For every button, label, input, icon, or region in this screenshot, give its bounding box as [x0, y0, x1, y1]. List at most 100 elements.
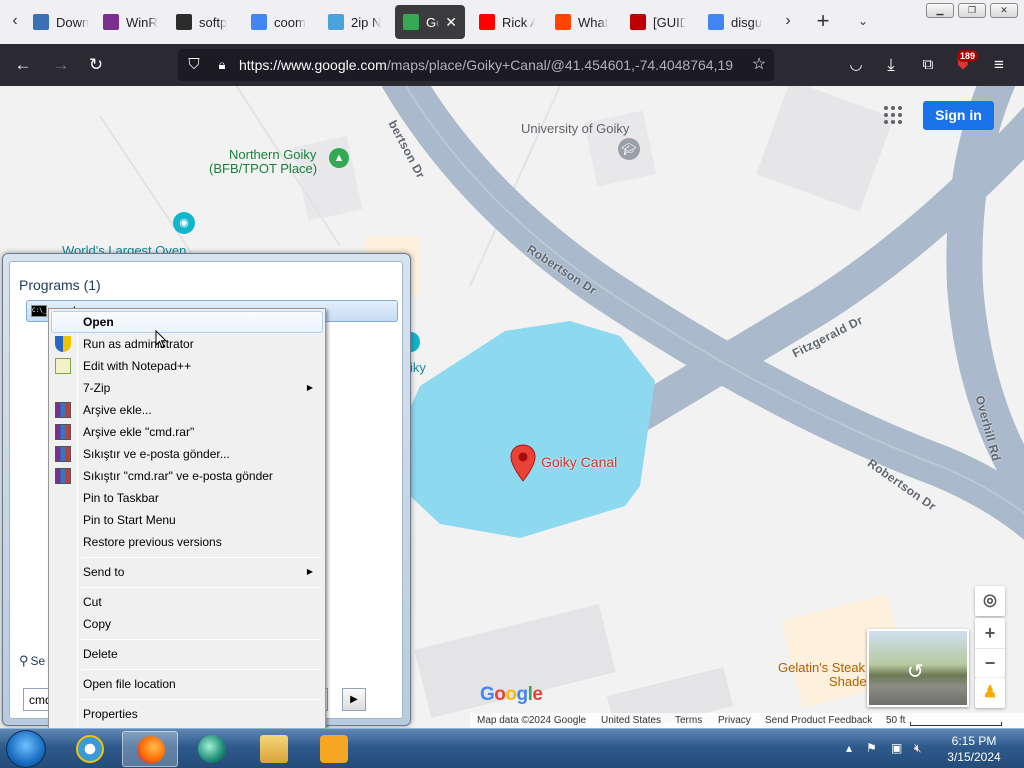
menu-item-open[interactable]: Open	[51, 311, 323, 333]
northern-goiky-label-line1[interactable]: Northern Goiky	[229, 147, 316, 162]
rotate-view-icon: ↺	[907, 661, 924, 683]
canal-label[interactable]: Goiky Canal	[541, 454, 617, 470]
menu-item-cut[interactable]: Cut	[51, 591, 323, 613]
restore-window-button[interactable]: ❐	[958, 3, 986, 18]
search-arrow-button[interactable]: ▶	[342, 688, 366, 711]
volume-muted-icon[interactable]: 🔇︎	[914, 741, 922, 756]
map-data-text[interactable]: Map data ©2024 Google	[477, 715, 586, 726]
show-hidden-icons[interactable]: ▴	[846, 741, 852, 755]
taskbar-media-player[interactable]	[306, 731, 362, 767]
school-pin-icon[interactable]: 🎓︎	[618, 138, 640, 160]
scale-label[interactable]: 50 ft	[886, 715, 905, 726]
downloads-icon[interactable]: ⤓	[880, 54, 902, 76]
taskbar-file-explorer[interactable]	[246, 731, 302, 767]
winrar-icon	[55, 402, 71, 418]
zoom-out-button[interactable]: −	[975, 648, 1005, 678]
menu-hamburger-icon[interactable]: ≡	[988, 54, 1010, 76]
url-text[interactable]: https://www.google.com/maps/place/Goiky+…	[239, 57, 744, 73]
menu-item-add-to-archive[interactable]: Arşive ekle...	[51, 399, 323, 421]
tab-label: WinR	[126, 14, 158, 30]
browser-toolbar: ← → ↻ ⛉ 🔒︎ https://www.google.com/maps/p…	[0, 44, 1024, 86]
menu-item-edit-notepadpp[interactable]: Edit with Notepad++	[51, 355, 323, 377]
location-pin-icon[interactable]	[510, 444, 536, 482]
start-button[interactable]	[6, 730, 46, 768]
privacy-link[interactable]: Privacy	[718, 715, 751, 726]
menu-item-pin-taskbar[interactable]: Pin to Taskbar	[51, 487, 323, 509]
menu-item-delete[interactable]: Delete	[51, 643, 323, 665]
menu-item-7zip[interactable]: 7-Zip ▶	[51, 377, 323, 399]
tab-9[interactable]: [GUID	[622, 5, 694, 39]
country-link[interactable]: United States	[601, 715, 661, 726]
gelatin-label-line1[interactable]: Gelatin's Steak	[778, 660, 865, 675]
tab-4[interactable]: coom	[243, 5, 315, 39]
tracking-protection-icon[interactable]: ⛉	[183, 54, 205, 76]
google-apps-icon[interactable]	[884, 106, 902, 124]
tab-3[interactable]: softp	[168, 5, 240, 39]
close-tab-icon[interactable]: ✕	[445, 14, 457, 31]
new-tab-icon[interactable]: +	[812, 10, 834, 32]
taskbar-app[interactable]	[184, 731, 240, 767]
see-more-results-link[interactable]: ⚲ Se	[19, 653, 45, 669]
university-label[interactable]: University of Goiky	[521, 121, 629, 136]
sign-in-button[interactable]: Sign in	[923, 101, 994, 130]
winrar-icon	[103, 14, 119, 30]
terms-link[interactable]: Terms	[675, 715, 702, 726]
menu-item-copy[interactable]: Copy	[51, 613, 323, 635]
camera-pin-icon[interactable]: ◉	[173, 212, 195, 234]
extensions-icon[interactable]: ⧉	[917, 54, 939, 76]
menu-item-restore-versions[interactable]: Restore previous versions	[51, 531, 323, 553]
menu-item-compress-and-email[interactable]: Sıkıştır ve e-posta gönder...	[51, 443, 323, 465]
forward-icon[interactable]: →	[50, 54, 72, 76]
tab-1[interactable]: Down	[25, 5, 97, 39]
menu-item-compress-cmd-rar-email[interactable]: Sıkıştır "cmd.rar" ve e-posta gönder	[51, 465, 323, 487]
tab-6[interactable]: Goi ✕	[395, 5, 465, 39]
menu-item-properties[interactable]: Properties	[51, 703, 323, 725]
menu-item-pin-start-menu[interactable]: Pin to Start Menu	[51, 509, 323, 531]
tab-5[interactable]: 2ip N	[320, 5, 392, 39]
tab-7[interactable]: Rick A	[471, 5, 543, 39]
zoom-in-button[interactable]: +	[975, 618, 1005, 648]
lock-icon[interactable]: 🔒︎	[211, 54, 233, 76]
tab-10[interactable]: disgu	[700, 5, 772, 39]
menu-item-add-to-cmd-rar[interactable]: Arşive ekle "cmd.rar"	[51, 421, 323, 443]
tab-scroll-left-icon[interactable]: ‹	[4, 10, 26, 32]
tab-label: Down	[56, 14, 89, 30]
menu-item-send-to[interactable]: Send to ▶	[51, 561, 323, 583]
tab-label: Rick A	[502, 14, 535, 30]
network-icon[interactable]: ▣	[891, 741, 902, 755]
google-maps-icon	[403, 14, 419, 30]
action-center-flag-icon[interactable]: ⚑	[866, 741, 877, 755]
clock-date: 3/15/2024	[947, 750, 1001, 764]
url-bar[interactable]: ⛉ 🔒︎ https://www.google.com/maps/place/G…	[178, 49, 774, 81]
menu-item-open-file-location[interactable]: Open file location	[51, 673, 323, 695]
back-icon[interactable]: ←	[12, 54, 34, 76]
pocket-icon[interactable]: ◡	[845, 54, 867, 76]
close-window-button[interactable]: ✕	[990, 3, 1018, 18]
minimize-window-button[interactable]: ▁	[926, 3, 954, 18]
gelatin-label-line2[interactable]: Shade	[829, 674, 867, 689]
programs-heading[interactable]: Programs (1)	[19, 277, 101, 293]
park-pin-icon[interactable]: ▲	[329, 148, 349, 168]
list-tabs-icon[interactable]: ⌄	[852, 10, 874, 32]
firefox-icon	[137, 736, 165, 764]
tab-label: softp	[199, 14, 228, 30]
system-clock[interactable]: 6:15 PM 3/15/2024	[942, 733, 1006, 765]
send-feedback-link[interactable]: Send Product Feedback	[765, 715, 872, 726]
goiky-partial-label[interactable]: iky	[410, 360, 426, 375]
my-location-icon[interactable]: ◎	[975, 586, 1005, 616]
bookmark-star-icon[interactable]: ☆	[748, 54, 770, 76]
winrar-icon	[55, 468, 71, 484]
tab-scroll-right-icon[interactable]: ›	[777, 10, 799, 32]
submenu-arrow-icon: ▶	[306, 567, 313, 576]
tab-8[interactable]: What	[547, 5, 619, 39]
youtube-icon	[479, 14, 495, 30]
street-view-thumbnail[interactable]: ↺	[867, 629, 969, 707]
taskbar-internet-explorer[interactable]	[62, 731, 118, 767]
reload-icon[interactable]: ↻	[85, 54, 107, 76]
menu-item-run-as-admin[interactable]: Run as administrator	[51, 333, 323, 355]
internet-explorer-icon	[76, 735, 104, 763]
tab-2[interactable]: WinR	[95, 5, 167, 39]
pegman-icon[interactable]: ♟	[975, 678, 1005, 708]
taskbar-firefox[interactable]	[122, 731, 178, 767]
northern-goiky-label-line2[interactable]: (BFB/TPOT Place)	[209, 161, 317, 176]
